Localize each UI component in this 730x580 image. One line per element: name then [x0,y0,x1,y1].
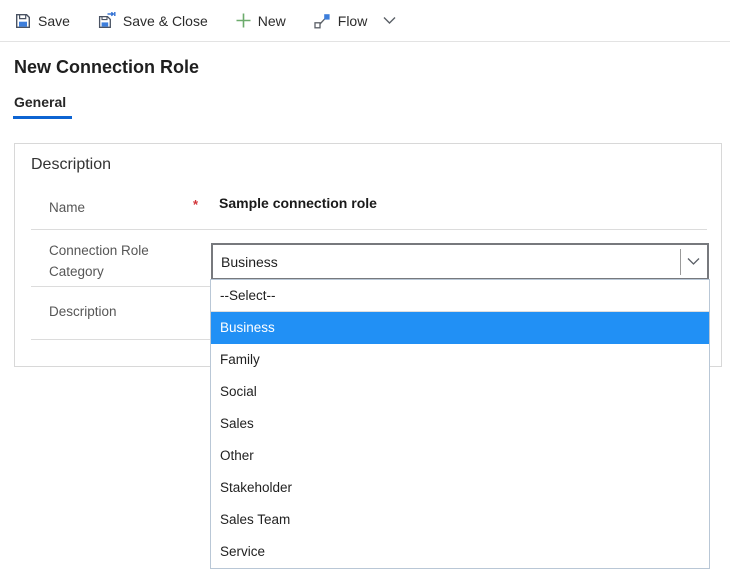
category-dropdown-list: --Select-- Business Family Social Sales … [210,279,710,569]
flow-dropdown-chevron[interactable] [383,16,396,25]
save-and-close-icon [98,12,116,29]
command-bar: Save Save & Close New Flow [0,0,730,42]
save-label: Save [38,12,70,29]
save-icon [15,13,31,29]
flow-label: Flow [337,12,368,29]
new-label: New [257,12,286,29]
save-and-close-button[interactable]: Save & Close [98,12,208,29]
new-button[interactable]: New [236,13,286,29]
description-label: Description [49,304,117,319]
dropdown-option-sales[interactable]: Sales [211,408,709,440]
chevron-down-icon [687,257,707,266]
dropdown-option-family[interactable]: Family [211,344,709,376]
section-title: Description [31,156,112,173]
plus-icon [236,13,251,28]
row-divider [31,229,707,230]
category-select-value: Business [221,253,278,270]
category-select[interactable]: Business [211,243,709,280]
dropdown-option-social[interactable]: Social [211,376,709,408]
select-divider [680,248,681,275]
dropdown-option-sales-team[interactable]: Sales Team [211,504,709,536]
dropdown-option-other[interactable]: Other [211,440,709,472]
flow-icon [314,13,331,29]
tab-general[interactable]: General [13,94,73,119]
name-label: Name [49,200,86,215]
required-asterisk: * [193,197,199,212]
save-and-close-label: Save & Close [122,12,208,29]
category-label: Connection Role Category [49,243,149,279]
page-title: New Connection Role [14,57,200,77]
dropdown-option-stakeholder[interactable]: Stakeholder [211,472,709,504]
dropdown-option-select[interactable]: --Select-- [211,280,709,312]
name-value[interactable]: Sample connection role [219,195,377,211]
dropdown-option-service[interactable]: Service [211,536,709,568]
save-button[interactable]: Save [15,13,70,29]
app-window: Save Save & Close New Flow New Connectio… [0,0,730,580]
dropdown-option-business[interactable]: Business [211,312,709,344]
flow-button[interactable]: Flow [314,12,368,29]
